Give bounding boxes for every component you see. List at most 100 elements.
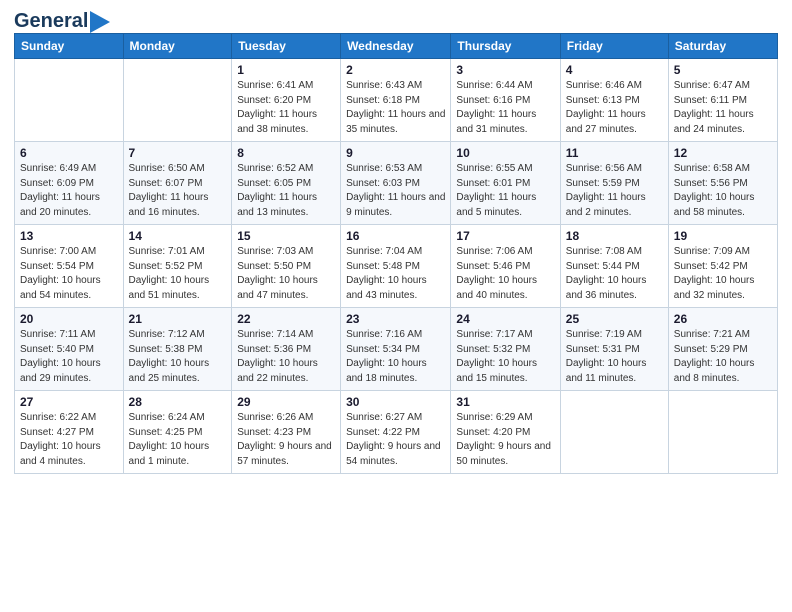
calendar-table: SundayMondayTuesdayWednesdayThursdayFrid… xyxy=(14,33,778,474)
day-number: 11 xyxy=(566,146,663,160)
day-info: Sunrise: 6:56 AMSunset: 5:59 PMDaylight:… xyxy=(566,162,663,220)
logo-text-general: General xyxy=(14,10,88,33)
day-number: 27 xyxy=(20,395,118,409)
day-number: 13 xyxy=(20,229,118,243)
day-cell: 29 Sunrise: 6:26 AMSunset: 4:23 PMDayligh… xyxy=(232,391,341,474)
day-cell: 1Sunrise: 6:41 AMSunset: 6:20 PMDaylight… xyxy=(232,59,341,142)
logo-icon xyxy=(90,11,110,33)
day-number: 3 xyxy=(456,63,554,77)
week-row-1: 1Sunrise: 6:41 AMSunset: 6:20 PMDaylight… xyxy=(15,59,778,142)
day-info: Sunrise: 6:58 AMSunset: 5:56 PMDaylight:… xyxy=(674,162,772,220)
day-cell: 16Sunrise: 7:04 AMSunset: 5:48 PMDayligh… xyxy=(341,225,451,308)
day-number: 30 xyxy=(346,395,445,409)
day-info: Sunrise: 7:12 AMSunset: 5:38 PMDaylight:… xyxy=(129,328,227,386)
day-info: Sunrise: 7:11 AMSunset: 5:40 PMDaylight:… xyxy=(20,328,118,386)
week-row-3: 13 Sunrise: 7:00 AMSunset: 5:54 PMDayligh… xyxy=(15,225,778,308)
day-number: 28 xyxy=(129,395,227,409)
day-cell: 9Sunrise: 6:53 AMSunset: 6:03 PMDaylight… xyxy=(341,142,451,225)
day-cell: 4 Sunrise: 6:46 AMSunset: 6:13 PMDaylight… xyxy=(560,59,668,142)
day-number: 26 xyxy=(674,312,772,326)
day-cell: 25Sunrise: 7:19 AMSunset: 5:31 PMDayligh… xyxy=(560,308,668,391)
day-number: 23 xyxy=(346,312,445,326)
day-number: 24 xyxy=(456,312,554,326)
day-cell: 11 Sunrise: 6:56 AMSunset: 5:59 PMDayligh… xyxy=(560,142,668,225)
week-row-2: 6 Sunrise: 6:49 AMSunset: 6:09 PMDaylight… xyxy=(15,142,778,225)
day-info: Sunrise: 7:06 AMSunset: 5:46 PMDaylight:… xyxy=(456,245,554,303)
day-number: 25 xyxy=(566,312,663,326)
weekday-header-monday: Monday xyxy=(123,34,232,59)
day-cell xyxy=(668,391,777,474)
day-cell: 5 Sunrise: 6:47 AMSunset: 6:11 PMDaylight… xyxy=(668,59,777,142)
day-number: 12 xyxy=(674,146,772,160)
day-info: Sunrise: 6:24 AMSunset: 4:25 PMDaylight:… xyxy=(129,411,227,469)
weekday-header-saturday: Saturday xyxy=(668,34,777,59)
weekday-header-tuesday: Tuesday xyxy=(232,34,341,59)
day-info: Sunrise: 6:22 AMSunset: 4:27 PMDaylight:… xyxy=(20,411,118,469)
logo: General xyxy=(14,10,110,29)
day-number: 21 xyxy=(129,312,227,326)
day-number: 5 xyxy=(674,63,772,77)
day-cell: 12 Sunrise: 6:58 AMSunset: 5:56 PMDayligh… xyxy=(668,142,777,225)
day-number: 18 xyxy=(566,229,663,243)
day-info: Sunrise: 6:50 AMSunset: 6:07 PMDaylight:… xyxy=(129,162,227,220)
day-cell: 20 Sunrise: 7:11 AMSunset: 5:40 PMDayligh… xyxy=(15,308,124,391)
day-info: Sunrise: 7:03 AMSunset: 5:50 PMDaylight:… xyxy=(237,245,335,303)
weekday-header-row: SundayMondayTuesdayWednesdayThursdayFrid… xyxy=(15,34,778,59)
day-number: 16 xyxy=(346,229,445,243)
day-cell: 17 Sunrise: 7:06 AMSunset: 5:46 PMDayligh… xyxy=(451,225,560,308)
day-cell: 26 Sunrise: 7:21 AMSunset: 5:29 PMDayligh… xyxy=(668,308,777,391)
day-number: 14 xyxy=(129,229,227,243)
day-cell: 13 Sunrise: 7:00 AMSunset: 5:54 PMDayligh… xyxy=(15,225,124,308)
day-number: 4 xyxy=(566,63,663,77)
week-row-5: 27 Sunrise: 6:22 AMSunset: 4:27 PMDayligh… xyxy=(15,391,778,474)
day-info: Sunrise: 6:43 AMSunset: 6:18 PMDaylight:… xyxy=(346,79,445,137)
weekday-header-sunday: Sunday xyxy=(15,34,124,59)
day-cell: 18 Sunrise: 7:08 AMSunset: 5:44 PMDayligh… xyxy=(560,225,668,308)
day-cell xyxy=(123,59,232,142)
logo-shape: General xyxy=(14,10,110,33)
day-info: Sunrise: 7:01 AMSunset: 5:52 PMDaylight:… xyxy=(129,245,227,303)
day-info: Sunrise: 6:47 AMSunset: 6:11 PMDaylight:… xyxy=(674,79,772,137)
page-header: General xyxy=(14,10,778,29)
day-number: 2 xyxy=(346,63,445,77)
day-number: 29 xyxy=(237,395,335,409)
day-number: 6 xyxy=(20,146,118,160)
day-number: 10 xyxy=(456,146,554,160)
day-cell: 2 Sunrise: 6:43 AMSunset: 6:18 PMDaylight… xyxy=(341,59,451,142)
day-cell: 28 Sunrise: 6:24 AMSunset: 4:25 PMDayligh… xyxy=(123,391,232,474)
day-number: 31 xyxy=(456,395,554,409)
day-cell xyxy=(15,59,124,142)
day-number: 17 xyxy=(456,229,554,243)
day-info: Sunrise: 7:00 AMSunset: 5:54 PMDaylight:… xyxy=(20,245,118,303)
day-info: Sunrise: 7:17 AMSunset: 5:32 PMDaylight:… xyxy=(456,328,554,386)
day-cell xyxy=(560,391,668,474)
day-info: Sunrise: 6:49 AMSunset: 6:09 PMDaylight:… xyxy=(20,162,118,220)
day-info: Sunrise: 6:27 AMSunset: 4:22 PMDaylight:… xyxy=(346,411,445,469)
day-info: Sunrise: 6:44 AMSunset: 6:16 PMDaylight:… xyxy=(456,79,554,137)
weekday-header-wednesday: Wednesday xyxy=(341,34,451,59)
day-info: Sunrise: 6:26 AMSunset: 4:23 PMDaylight:… xyxy=(237,411,335,469)
week-row-4: 20 Sunrise: 7:11 AMSunset: 5:40 PMDayligh… xyxy=(15,308,778,391)
day-cell: 10Sunrise: 6:55 AMSunset: 6:01 PMDayligh… xyxy=(451,142,560,225)
day-cell: 21 Sunrise: 7:12 AMSunset: 5:38 PMDayligh… xyxy=(123,308,232,391)
weekday-header-friday: Friday xyxy=(560,34,668,59)
day-info: Sunrise: 6:46 AMSunset: 6:13 PMDaylight:… xyxy=(566,79,663,137)
day-cell: 22Sunrise: 7:14 AMSunset: 5:36 PMDayligh… xyxy=(232,308,341,391)
day-cell: 23 Sunrise: 7:16 AMSunset: 5:34 PMDayligh… xyxy=(341,308,451,391)
day-number: 20 xyxy=(20,312,118,326)
day-info: Sunrise: 6:52 AMSunset: 6:05 PMDaylight:… xyxy=(237,162,335,220)
day-number: 1 xyxy=(237,63,335,77)
day-cell: 6 Sunrise: 6:49 AMSunset: 6:09 PMDaylight… xyxy=(15,142,124,225)
day-cell: 31 Sunrise: 6:29 AMSunset: 4:20 PMDayligh… xyxy=(451,391,560,474)
day-info: Sunrise: 6:29 AMSunset: 4:20 PMDaylight:… xyxy=(456,411,554,469)
day-cell: 24 Sunrise: 7:17 AMSunset: 5:32 PMDayligh… xyxy=(451,308,560,391)
day-info: Sunrise: 7:21 AMSunset: 5:29 PMDaylight:… xyxy=(674,328,772,386)
day-number: 15 xyxy=(237,229,335,243)
day-cell: 7Sunrise: 6:50 AMSunset: 6:07 PMDaylight… xyxy=(123,142,232,225)
day-info: Sunrise: 7:08 AMSunset: 5:44 PMDaylight:… xyxy=(566,245,663,303)
day-cell: 14 Sunrise: 7:01 AMSunset: 5:52 PMDayligh… xyxy=(123,225,232,308)
day-info: Sunrise: 7:16 AMSunset: 5:34 PMDaylight:… xyxy=(346,328,445,386)
weekday-header-thursday: Thursday xyxy=(451,34,560,59)
day-info: Sunrise: 6:53 AMSunset: 6:03 PMDaylight:… xyxy=(346,162,445,220)
day-number: 22 xyxy=(237,312,335,326)
